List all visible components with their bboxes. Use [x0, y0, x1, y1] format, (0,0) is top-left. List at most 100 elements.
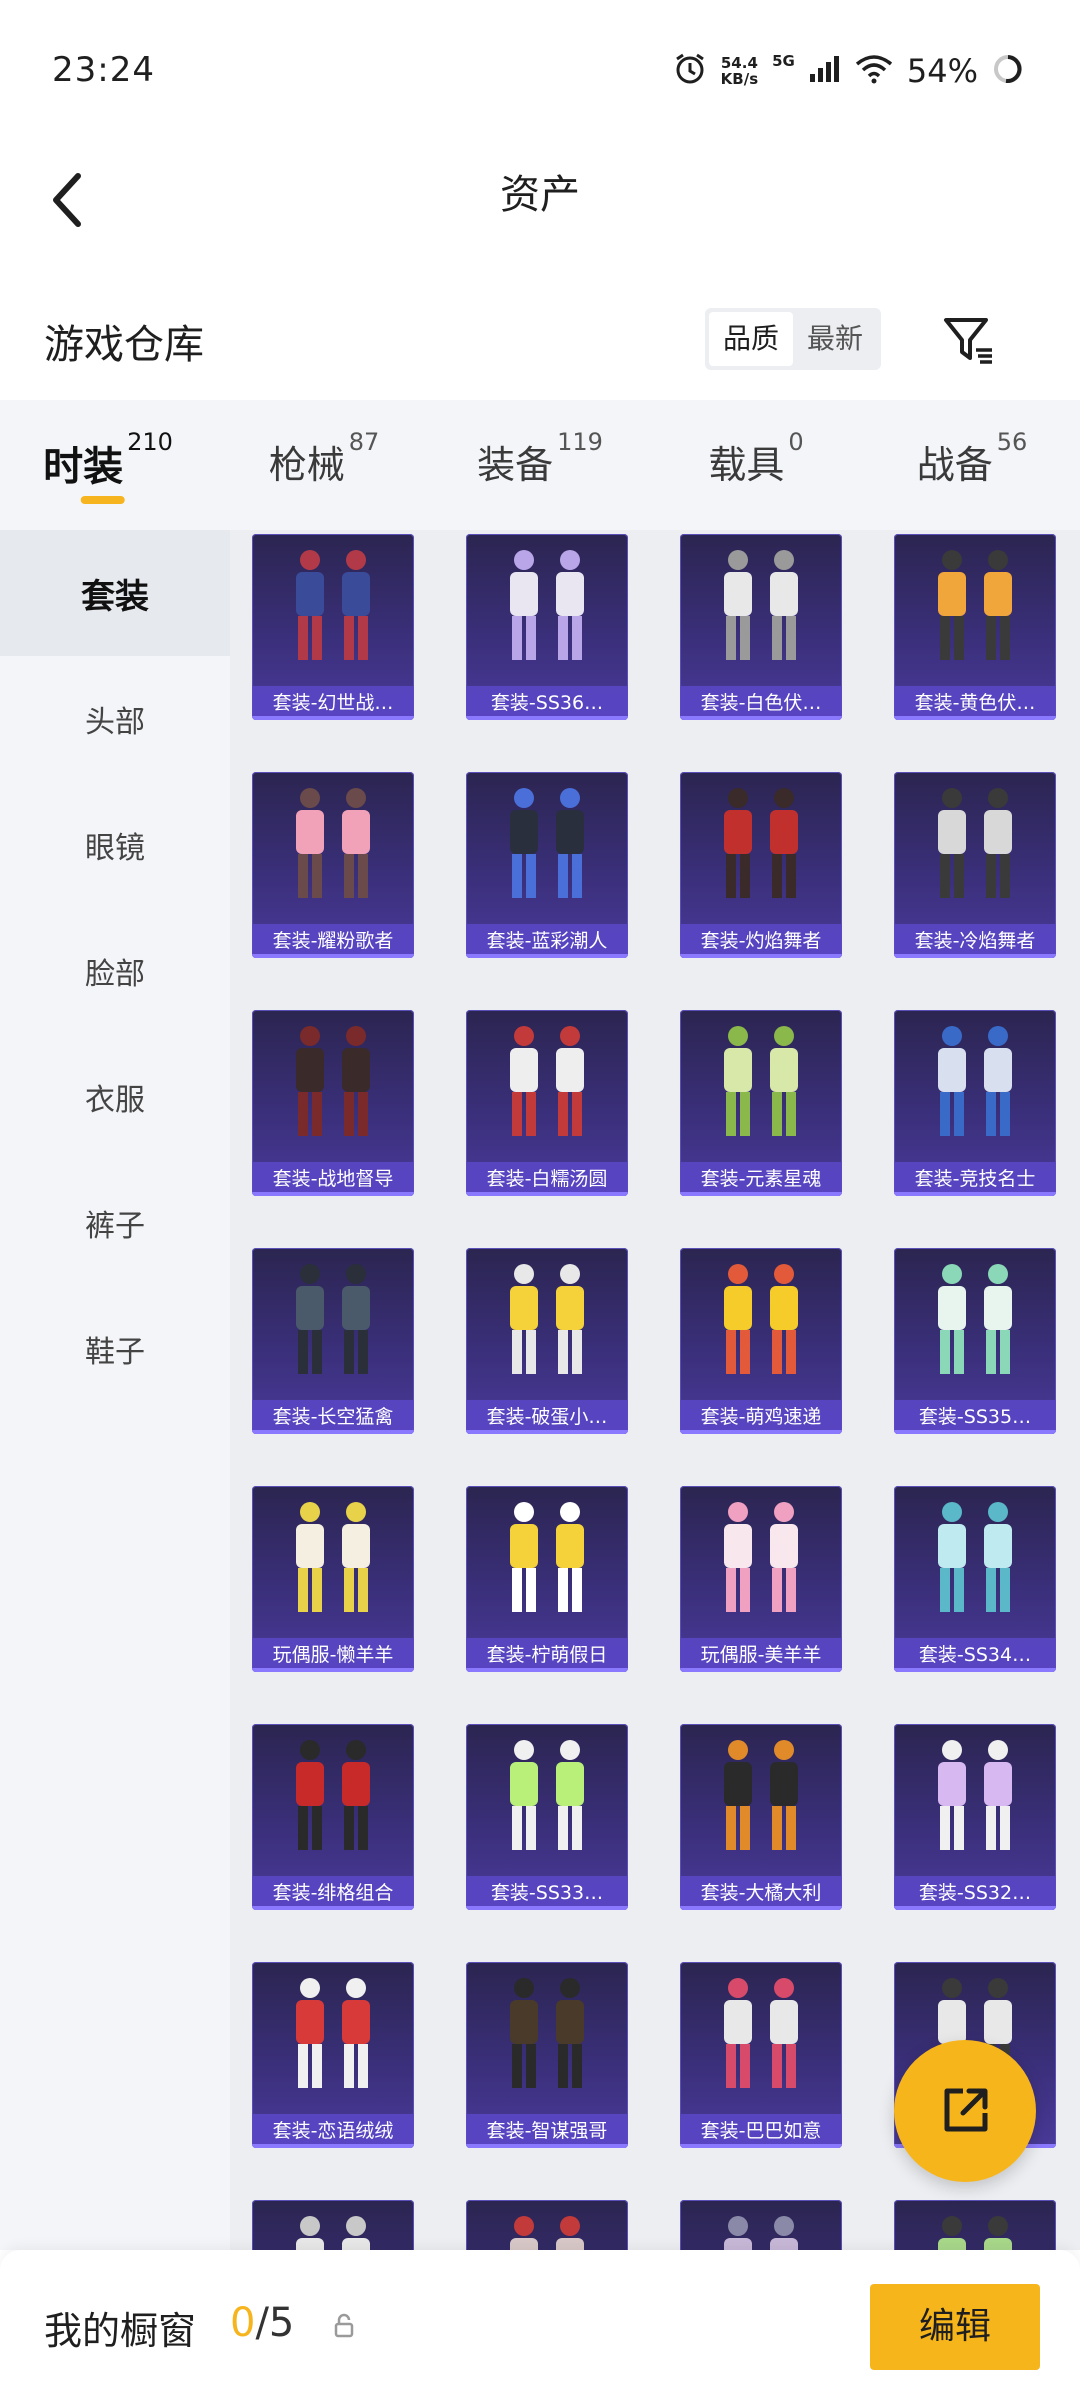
share-button[interactable] — [894, 2040, 1036, 2182]
warehouse-header: 游戏仓库 品质 最新 — [0, 300, 1080, 400]
filter-button[interactable] — [940, 312, 996, 368]
edit-button[interactable]: 编辑 — [870, 2284, 1040, 2370]
tab-fashion[interactable]: 时装210 — [33, 400, 183, 530]
outfit-card[interactable] — [252, 2200, 414, 2250]
tab-label: 战备 — [916, 443, 993, 487]
sidebar-item-glasses[interactable]: 眼镜 — [0, 782, 230, 908]
outfit-card[interactable]: 玩偶服-美羊羊 — [680, 1486, 842, 1672]
tab-label: 时装 — [43, 444, 124, 490]
card-edge — [680, 1192, 842, 1196]
card-edge — [252, 2144, 414, 2148]
share-external-icon — [944, 2088, 988, 2132]
outfit-label: 套装-黄色伏… — [894, 686, 1056, 720]
net-speed: 54.4 KB/s — [721, 55, 758, 87]
outfit-thumbnail — [938, 2216, 1012, 2250]
outfit-thumbnail — [510, 1264, 584, 1374]
outfit-card[interactable]: 套装-智谋强哥 — [466, 1962, 628, 2148]
battery-ring-icon — [992, 53, 1024, 89]
outfit-thumbnail — [296, 788, 370, 898]
outfit-card[interactable]: 套装-元素星魂 — [680, 1010, 842, 1196]
outfit-thumbnail — [724, 1264, 798, 1374]
outfit-thumbnail — [296, 1264, 370, 1374]
sort-option-quality[interactable]: 品质 — [709, 312, 794, 366]
sidebar-item-shoes[interactable]: 鞋子 — [0, 1286, 230, 1412]
outfit-card[interactable]: 套装-恋语绒绒 — [252, 1962, 414, 2148]
tab-vehicles[interactable]: 载具0 — [681, 400, 831, 530]
outfit-thumbnail — [510, 2216, 584, 2250]
category-tabs: 时装210 枪械87 装备119 载具0 战备56 — [0, 400, 1080, 530]
outfit-card[interactable]: 套装-巴巴如意 — [680, 1962, 842, 2148]
outfit-card[interactable]: 套装-SS32… — [894, 1724, 1056, 1910]
outfit-card[interactable]: 套装-灼焰舞者 — [680, 772, 842, 958]
outfit-card[interactable] — [680, 2200, 842, 2250]
outfit-thumbnail — [724, 788, 798, 898]
outfit-label: 套装-蓝彩潮人 — [466, 924, 628, 958]
outfit-card[interactable]: 套装-大橘大利 — [680, 1724, 842, 1910]
filter-icon — [944, 318, 992, 364]
outfit-card[interactable]: 套装-耀粉歌者 — [252, 772, 414, 958]
outfit-thumbnail — [724, 2216, 798, 2250]
outfit-thumbnail — [510, 550, 584, 660]
top-bar: 资产 — [0, 140, 1080, 300]
sidebar-item-clothes[interactable]: 衣服 — [0, 1034, 230, 1160]
outfit-card[interactable]: 套装-战地督导 — [252, 1010, 414, 1196]
outfit-label: 玩偶服-懒羊羊 — [252, 1638, 414, 1672]
card-edge — [894, 1192, 1056, 1196]
outfit-card[interactable] — [894, 2200, 1056, 2250]
outfit-card[interactable]: 套装-SS33… — [466, 1724, 628, 1910]
outfit-card[interactable]: 套装-幻世战… — [252, 534, 414, 720]
outfit-card[interactable]: 套装-白色伏… — [680, 534, 842, 720]
tab-label: 载具 — [708, 443, 785, 487]
outfit-card[interactable]: 套装-黄色伏… — [894, 534, 1056, 720]
outfit-thumbnail — [296, 1026, 370, 1136]
outfit-thumbnail — [724, 550, 798, 660]
outfit-card[interactable]: 套装-破蛋小… — [466, 1248, 628, 1434]
tab-count: 210 — [127, 428, 173, 456]
outfit-card[interactable]: 套装-冷焰舞者 — [894, 772, 1056, 958]
outfit-card[interactable] — [466, 2200, 628, 2250]
sidebar-item-face[interactable]: 脸部 — [0, 908, 230, 1034]
outfit-thumbnail — [938, 550, 1012, 660]
outfit-thumbnail — [938, 1740, 1012, 1850]
outfit-card[interactable]: 套装-SS35… — [894, 1248, 1056, 1434]
card-edge — [680, 1668, 842, 1672]
outfit-card[interactable]: 玩偶服-懒羊羊 — [252, 1486, 414, 1672]
outfit-card[interactable]: 套装-蓝彩潮人 — [466, 772, 628, 958]
outfit-card[interactable]: 套装-萌鸡速递 — [680, 1248, 842, 1434]
outfit-card[interactable]: 套装-柠萌假日 — [466, 1486, 628, 1672]
tab-equipment[interactable]: 装备119 — [465, 400, 615, 530]
sort-option-newest[interactable]: 最新 — [793, 312, 877, 366]
outfit-card[interactable]: 套装-绯格组合 — [252, 1724, 414, 1910]
tab-label: 枪械 — [268, 443, 345, 487]
sidebar-item-head[interactable]: 头部 — [0, 656, 230, 782]
outfit-thumbnail — [724, 1740, 798, 1850]
outfit-card[interactable]: 套装-竞技名士 — [894, 1010, 1056, 1196]
tab-supplies[interactable]: 战备56 — [897, 400, 1047, 530]
tab-label: 装备 — [477, 443, 554, 487]
card-edge — [680, 1906, 842, 1910]
net-speed-unit: KB/s — [720, 70, 759, 88]
outfit-label: 套装-竞技名士 — [894, 1162, 1056, 1196]
outfit-label: 套装-战地督导 — [252, 1162, 414, 1196]
subcategory-sidebar: 套装 头部 眼镜 脸部 衣服 裤子 鞋子 — [0, 530, 230, 2250]
outfit-label: 套装-智谋强哥 — [466, 2114, 628, 2148]
outfit-card[interactable]: 套装-白糯汤圆 — [466, 1010, 628, 1196]
outfit-label: 套装-萌鸡速递 — [680, 1400, 842, 1434]
sidebar-item-pants[interactable]: 裤子 — [0, 1160, 230, 1286]
card-edge — [680, 954, 842, 958]
outfit-label: 套装-幻世战… — [252, 686, 414, 720]
tab-count: 56 — [996, 428, 1028, 456]
sidebar-item-suits[interactable]: 套装 — [0, 530, 230, 656]
outfit-card[interactable]: 套装-长空猛禽 — [252, 1248, 414, 1434]
status-icons: 54.4 KB/s 5G 54% — [673, 48, 1024, 94]
card-edge — [466, 1430, 628, 1434]
outfit-thumbnail — [724, 1978, 798, 2088]
card-edge — [466, 1906, 628, 1910]
outfit-label: 套装-冷焰舞者 — [894, 924, 1056, 958]
tab-guns[interactable]: 枪械87 — [249, 400, 399, 530]
sort-toggle: 品质 最新 — [705, 308, 882, 370]
outfit-card[interactable]: 套装-SS34… — [894, 1486, 1056, 1672]
outfit-card[interactable]: 套装-SS36… — [466, 534, 628, 720]
outfit-label: 套装-SS32… — [894, 1876, 1056, 1910]
outfit-thumbnail — [296, 1740, 370, 1850]
